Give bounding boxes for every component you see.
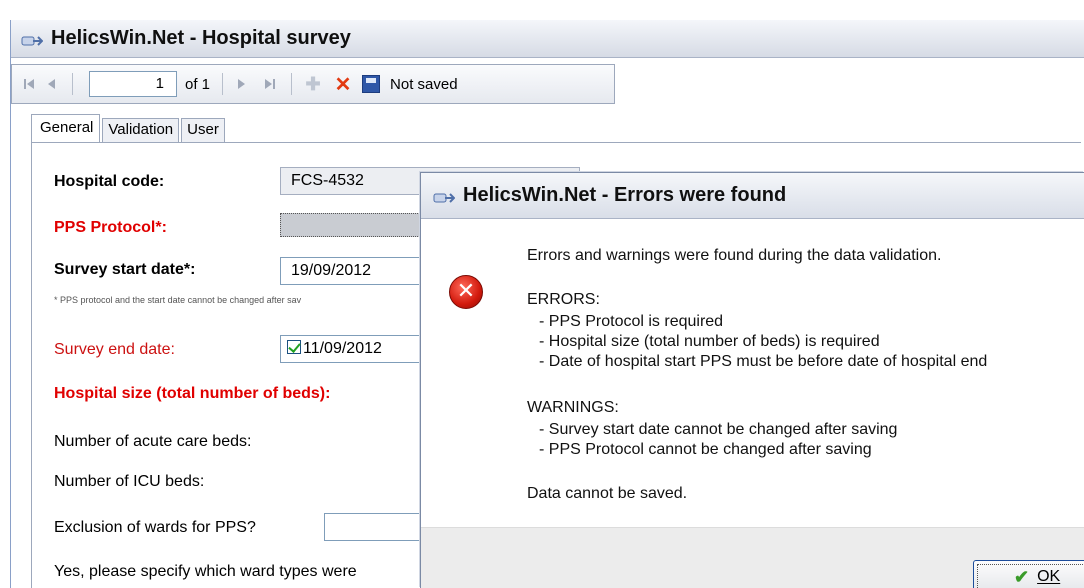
pps-protocol-label: PPS Protocol*: — [54, 219, 167, 236]
warning-item: - Survey start date cannot be changed af… — [539, 421, 898, 438]
dialog-titlebar: HelicsWin.Net - Errors were found — [421, 173, 1084, 219]
separator — [72, 73, 73, 95]
tab-validation[interactable]: Validation — [102, 118, 180, 142]
dialog-footer-message: Data cannot be saved. — [527, 485, 688, 502]
exclusion-label: Exclusion of wards for PPS? — [54, 519, 256, 536]
icu-beds-label: Number of ICU beds: — [54, 473, 205, 490]
error-item: - Date of hospital start PPS must be bef… — [539, 353, 988, 370]
save-icon[interactable] — [362, 75, 381, 93]
survey-end-label: Survey end date: — [54, 341, 175, 358]
errors-dialog: HelicsWin.Net - Errors were found ✕ Erro… — [420, 172, 1084, 588]
add-record-icon[interactable]: ✚ — [302, 73, 324, 95]
record-navigator: 1 of 1 ✚ ✕ Not saved — [11, 64, 615, 104]
window-titlebar: HelicsWin.Net - Hospital survey — [11, 20, 1084, 58]
dialog-footer: ✔ OK — [421, 527, 1084, 588]
error-item: - PPS Protocol is required — [539, 313, 724, 330]
survey-end-value: 11/09/2012 — [303, 340, 382, 357]
focus-rect — [977, 564, 1084, 588]
error-icon: ✕ — [449, 275, 483, 309]
separator — [291, 73, 293, 95]
hospital-code-label: Hospital code: — [54, 173, 165, 190]
survey-end-checkbox[interactable] — [287, 340, 301, 354]
hospital-size-label: Hospital size (total number of beds): — [54, 385, 331, 402]
error-item: - Hospital size (total number of beds) i… — [539, 333, 880, 350]
first-record-icon[interactable] — [18, 73, 40, 95]
tab-general[interactable]: General — [31, 114, 101, 142]
dialog-title: HelicsWin.Net - Errors were found — [463, 184, 787, 206]
record-count: of 1 — [185, 75, 211, 93]
protocol-note: * PPS protocol and the start date cannot… — [54, 295, 302, 305]
acute-beds-label: Number of acute care beds: — [54, 433, 252, 450]
errors-heading: ERRORS: — [527, 291, 600, 308]
warnings-heading: WARNINGS: — [527, 399, 619, 416]
warning-item: - PPS Protocol cannot be changed after s… — [539, 441, 872, 458]
ok-button[interactable]: ✔ OK — [973, 560, 1084, 588]
save-status: Not saved — [390, 75, 458, 93]
app-icon — [433, 190, 456, 203]
specify-label: Yes, please specify which ward types wer… — [54, 563, 357, 580]
survey-start-label: Survey start date*: — [54, 261, 196, 278]
next-record-icon[interactable] — [231, 73, 253, 95]
current-record-input[interactable]: 1 — [89, 71, 177, 97]
last-record-icon[interactable] — [259, 73, 281, 95]
dialog-intro: Errors and warnings were found during th… — [527, 247, 942, 264]
previous-record-icon[interactable] — [40, 73, 62, 95]
app-icon — [21, 33, 44, 46]
separator — [222, 73, 224, 95]
tab-user[interactable]: User — [181, 118, 225, 142]
window-title: HelicsWin.Net - Hospital survey — [51, 27, 351, 49]
delete-record-icon[interactable]: ✕ — [332, 73, 354, 96]
tab-strip: General Validation User — [31, 114, 227, 142]
